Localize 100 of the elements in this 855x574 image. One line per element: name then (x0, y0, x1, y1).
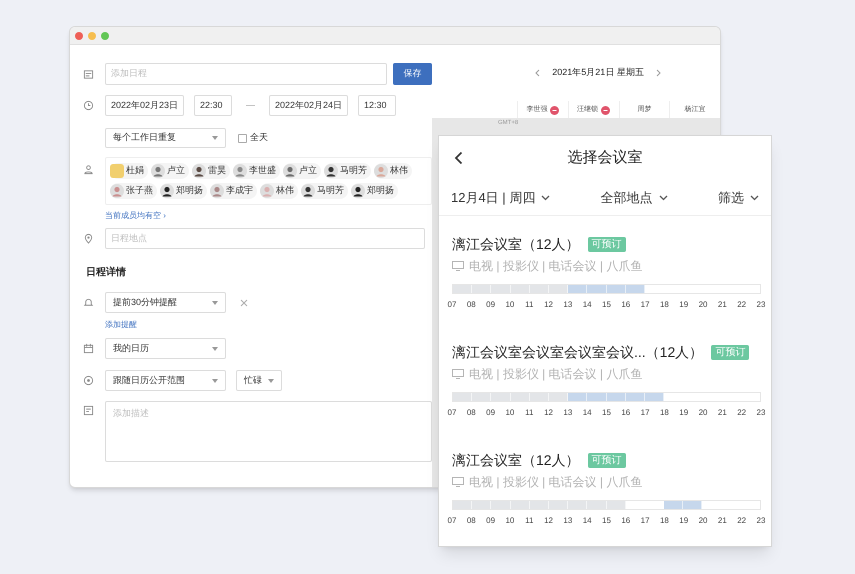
amenities-text: 电视 | 投影仪 | 电话会议 | 八爪鱼 (469, 366, 642, 383)
attendee-chip[interactable]: 杜娟 (110, 163, 148, 179)
filter-dropdown[interactable]: 全部地点 (600, 188, 668, 208)
hour-label: 08 (466, 407, 477, 419)
visibility-select[interactable]: 跟随日历公开范围 (105, 370, 226, 391)
hour-label: 13 (562, 407, 574, 419)
caret-icon (212, 136, 218, 140)
hour-label: 19 (678, 299, 690, 311)
hour-label: 17 (640, 299, 651, 311)
avatar-icon (210, 184, 224, 198)
hour-label: 10 (504, 407, 516, 419)
hour-label: 16 (620, 407, 632, 419)
eye-icon (82, 375, 94, 386)
bell-icon (82, 297, 94, 308)
checkbox-icon[interactable] (238, 134, 247, 142)
room-name: 漓江会议室（12人） (452, 234, 580, 254)
document-icon (82, 68, 94, 80)
hour-label: 20 (698, 515, 709, 527)
avatar-icon (160, 184, 174, 198)
minimize-icon[interactable] (88, 32, 96, 40)
hour-label: 23 (756, 515, 766, 527)
availability-link[interactable]: 当前成员均有空 › (105, 210, 166, 222)
date-field[interactable]: 2022年02月24日 (269, 95, 348, 116)
attendee-chip[interactable]: 马明芳 (301, 183, 348, 199)
chevron-right-icon[interactable] (656, 68, 661, 77)
all-day-checkbox[interactable]: 全天 (238, 131, 268, 145)
date-field[interactable]: 2022年02月23日 (105, 95, 184, 116)
maximize-icon[interactable] (101, 32, 109, 40)
back-chevron-icon[interactable] (454, 151, 463, 165)
attendee-chip[interactable]: 李世盛 (233, 163, 280, 179)
busy-select[interactable]: 忙碌 (236, 370, 282, 391)
calendar-select[interactable]: 我的日历 (105, 338, 226, 359)
hour-label: 15 (601, 299, 612, 311)
hour-label: 16 (620, 515, 632, 527)
hour-label: 23 (756, 299, 766, 311)
hour-label: 07 (446, 407, 458, 419)
hour-label: 13 (562, 299, 574, 311)
clock-icon (82, 100, 94, 111)
hour-label: 11 (524, 515, 534, 527)
hour-label: 11 (524, 407, 534, 419)
attendee-chip[interactable]: 郑明扬 (351, 183, 398, 199)
hour-label: 18 (658, 407, 670, 419)
caret-icon (212, 346, 218, 350)
hour-label: 15 (601, 407, 612, 419)
room-name: 漓江会议室（12人） (452, 450, 580, 470)
attendee-chip[interactable]: 林伟 (260, 183, 298, 199)
hour-label: 22 (736, 299, 748, 311)
hour-label: 17 (640, 407, 651, 419)
avatar-icon (192, 164, 206, 178)
chevron-down-icon (541, 194, 550, 200)
hour-label: 10 (504, 515, 516, 527)
screen-icon (452, 369, 464, 379)
hour-label: 15 (601, 515, 612, 527)
repeat-select[interactable]: 每个工作日重复 (105, 128, 226, 148)
attendee-chip[interactable]: 卢立 (151, 163, 189, 179)
save-button[interactable]: 保存 (393, 63, 432, 85)
amenities-text: 电视 | 投影仪 | 电话会议 | 八爪鱼 (469, 258, 642, 275)
hour-label: 14 (582, 515, 593, 527)
attendee-chip[interactable]: 林伟 (374, 163, 412, 179)
hour-label: 19 (678, 515, 690, 527)
date-label: 2021年5月21日 星期五 (552, 66, 644, 79)
hour-label: 10 (504, 299, 516, 311)
filter-dropdown[interactable]: 12月4日 | 周四 (451, 188, 550, 208)
attendee-chip[interactable]: 张子燕 (110, 183, 157, 199)
hour-label: 19 (678, 407, 690, 419)
close-icon[interactable] (240, 298, 248, 306)
attendee-chip[interactable]: 雷昊 (192, 163, 230, 179)
hour-label: 18 (658, 515, 670, 527)
chevron-down-icon (658, 194, 668, 200)
avatar-icon (151, 164, 165, 178)
note-icon (82, 405, 94, 416)
time-field[interactable]: 22:30 (194, 95, 232, 116)
filter-dropdown[interactable]: 筛选 (718, 188, 759, 208)
attendee-chip[interactable]: 马明芳 (324, 163, 371, 179)
hour-label: 22 (736, 515, 748, 527)
avatar-icon (301, 184, 315, 198)
chevron-left-icon[interactable] (535, 68, 540, 77)
hour-label: 13 (562, 515, 574, 527)
attendee-chip[interactable]: 李成宇 (210, 183, 257, 199)
attendee-chip[interactable]: 卢立 (283, 163, 321, 179)
add-reminder-link[interactable]: 添加提醒 (105, 318, 137, 330)
hour-label: 08 (466, 515, 477, 527)
hour-label: 14 (582, 407, 593, 419)
avatar-icon (283, 164, 297, 178)
close-icon[interactable] (75, 32, 83, 40)
time-field[interactable]: 12:30 (358, 95, 396, 116)
hour-label: 16 (620, 299, 632, 311)
attendee-chip[interactable]: 郑明扬 (160, 183, 207, 199)
hour-label: 22 (736, 407, 748, 419)
person-icon (82, 164, 94, 175)
hour-label: 21 (716, 407, 728, 419)
hour-label: 20 (698, 299, 709, 311)
screen-icon (452, 477, 464, 487)
available-badge: 可预订 (588, 236, 626, 252)
hour-label: 12 (543, 407, 554, 419)
reminder-select[interactable]: 提前30分钟提醒 (105, 292, 226, 313)
avatar-icon (374, 164, 388, 178)
panel-title: 选择会议室 (568, 148, 642, 168)
hour-label: 12 (543, 515, 554, 527)
hour-label: 18 (658, 299, 670, 311)
